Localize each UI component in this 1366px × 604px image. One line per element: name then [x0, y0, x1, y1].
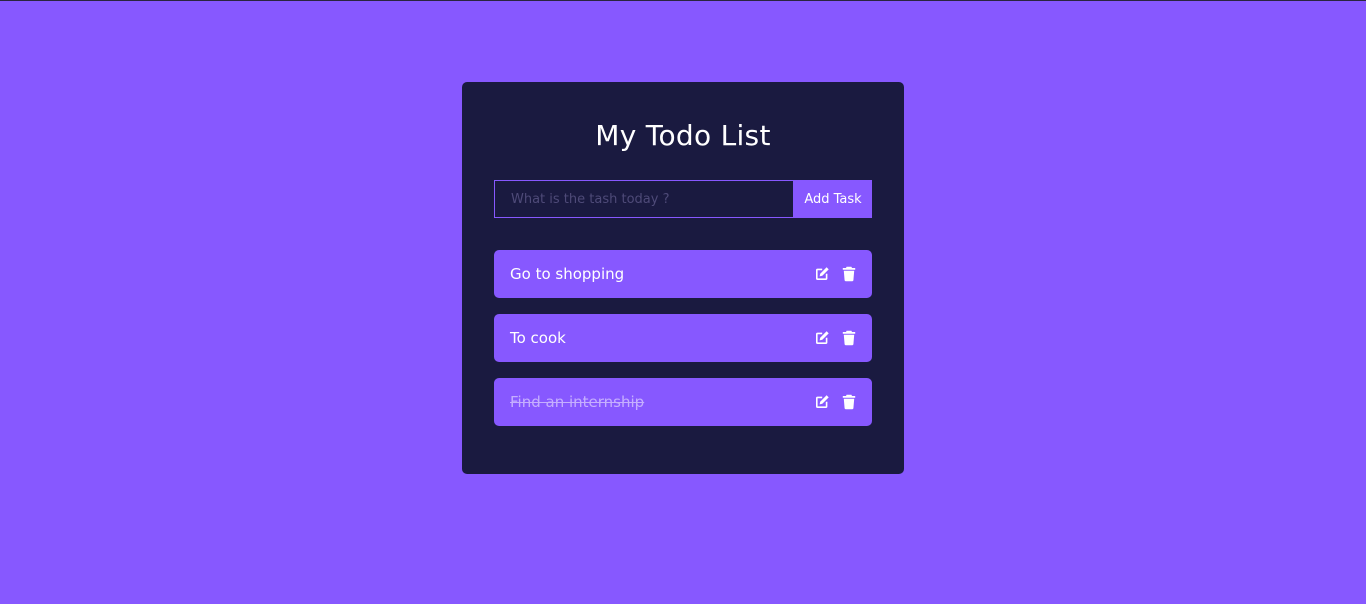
add-task-button[interactable]: Add Task: [794, 180, 872, 218]
todo-text[interactable]: Find an internship: [510, 393, 644, 411]
todo-actions: [814, 330, 857, 346]
edit-icon[interactable]: [814, 394, 830, 410]
add-task-form: Add Task: [494, 180, 872, 218]
page-title: My Todo List: [595, 119, 771, 152]
task-input[interactable]: [494, 180, 794, 218]
todo-item: To cook: [494, 314, 872, 362]
todo-text[interactable]: To cook: [510, 329, 566, 347]
todo-actions: [814, 394, 857, 410]
todo-text[interactable]: Go to shopping: [510, 265, 624, 283]
edit-icon[interactable]: [814, 266, 830, 282]
trash-icon[interactable]: [841, 330, 857, 346]
todo-item: Go to shopping: [494, 250, 872, 298]
todo-actions: [814, 266, 857, 282]
edit-icon[interactable]: [814, 330, 830, 346]
todo-list: Go to shopping To cook Find an internshi…: [494, 250, 872, 426]
todo-card: My Todo List Add Task Go to shopping: [462, 82, 904, 474]
trash-icon[interactable]: [841, 394, 857, 410]
todo-item: Find an internship: [494, 378, 872, 426]
trash-icon[interactable]: [841, 266, 857, 282]
